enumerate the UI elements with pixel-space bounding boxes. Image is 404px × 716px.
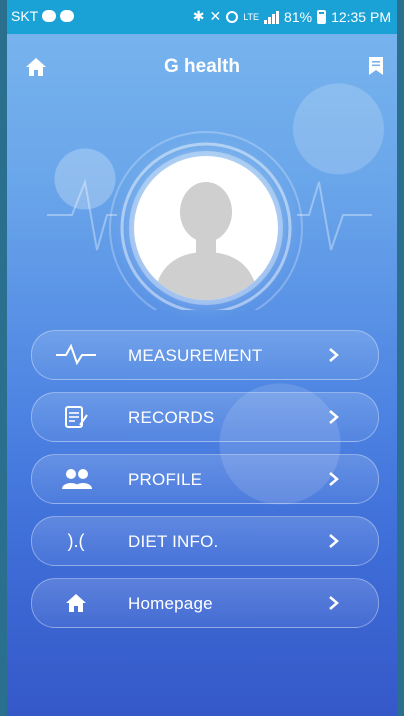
chevron-right-icon [329, 596, 339, 610]
bookmark-icon[interactable] [367, 56, 385, 76]
battery-percent: 81% [284, 8, 313, 25]
home-icon [66, 594, 86, 612]
profile-avatar-area [7, 110, 397, 310]
status-right: ✱ ✕ LTE 81% 12:35 PM [193, 8, 391, 25]
menu-item-label: PROFILE [128, 470, 203, 489]
talk-icon [60, 10, 75, 22]
pulse-icon [56, 343, 96, 366]
clock: 12:35 PM [331, 8, 391, 25]
menu-item-label: MEASUREMENT [128, 346, 263, 365]
alarm-icon [226, 10, 239, 23]
chevron-right-icon [329, 348, 339, 362]
diet-icon: ).( [67, 531, 85, 551]
bluetooth-icon: ✱ [192, 8, 205, 24]
notepad-icon [65, 406, 88, 428]
menu-item-records[interactable]: RECORDS [31, 392, 379, 442]
menu-item-label: Homepage [128, 594, 213, 613]
app-header: G health [7, 34, 397, 98]
chevron-right-icon [329, 534, 339, 548]
battery-icon [317, 9, 327, 24]
avatar[interactable] [134, 156, 278, 300]
menu-item-measurement[interactable]: MEASUREMENT [31, 330, 379, 380]
status-bar: SKT ✱ ✕ LTE 81% 12:35 PM [7, 0, 397, 34]
menu-item-label: RECORDS [128, 408, 215, 427]
main-menu: MEASUREMENT RECORDS PROFILE).(DIET INF… [31, 330, 379, 640]
users-icon [62, 469, 92, 489]
signal-icon [264, 10, 280, 24]
status-left: SKT [11, 8, 75, 24]
chevron-right-icon [329, 472, 339, 486]
user-silhouette-icon [154, 182, 258, 300]
chevron-right-icon [329, 410, 339, 424]
menu-item-label: DIET INFO. [128, 532, 219, 551]
page-title: G health [163, 56, 240, 77]
carrier-label: SKT [11, 8, 39, 24]
mute-icon: ✕ [209, 8, 222, 24]
menu-item-profile[interactable]: PROFILE [31, 454, 379, 504]
network-type: LTE [243, 11, 260, 22]
message-icon [42, 10, 57, 22]
app-screen: SKT ✱ ✕ LTE 81% 12:35 PM G health MEASUR… [7, 0, 397, 716]
menu-item-homepage[interactable]: Homepage [31, 578, 379, 628]
menu-item-diet-info[interactable]: ).( DIET INFO. [31, 516, 379, 566]
